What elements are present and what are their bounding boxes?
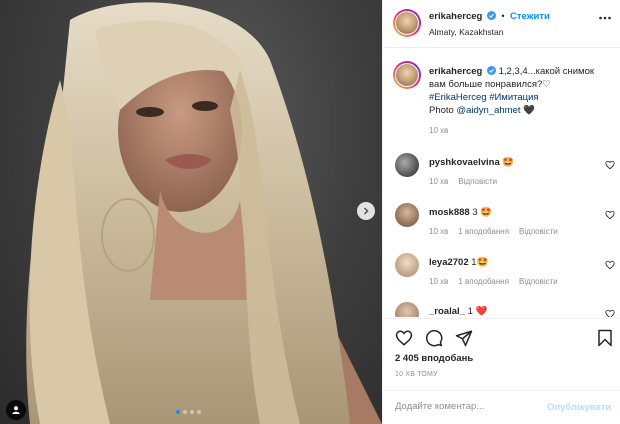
- comment-item: mosk888 3 🤩 10 хв 1 вподобання Відповіст…: [383, 203, 620, 253]
- comment-like-icon[interactable]: [605, 160, 615, 170]
- commenter-avatar[interactable]: [395, 302, 419, 317]
- commenter-username[interactable]: pyshkovaelvina: [429, 157, 500, 168]
- photo-credit-heart: 🖤: [523, 105, 535, 116]
- verified-badge-icon: [486, 66, 496, 75]
- comment-like-icon[interactable]: [605, 260, 615, 270]
- share-send-icon[interactable]: [455, 329, 473, 347]
- comment-like-icon[interactable]: [605, 210, 615, 220]
- carousel-dot: [183, 410, 187, 414]
- commenter-avatar[interactable]: [395, 153, 419, 177]
- post-side-panel: erikaherceg • Стежити Almaty, Kazakhstan…: [382, 0, 620, 424]
- comment-input[interactable]: [395, 401, 535, 412]
- carousel-dot: [176, 410, 180, 414]
- caption: erikaherceg 1,2,3,4...какой снимок вам б…: [429, 65, 609, 117]
- user-tag-icon: [12, 406, 20, 414]
- next-slide-button[interactable]: [357, 202, 375, 220]
- carousel-dot: [197, 410, 201, 414]
- comment-meta: 10 хв 1 вподобання Відповісти: [429, 277, 558, 286]
- post-timestamp[interactable]: 10 ХВ ТОМУ: [395, 371, 438, 378]
- comment-time: 10 хв: [429, 227, 449, 236]
- comment-text: 🤩: [502, 157, 515, 168]
- author-avatar[interactable]: [393, 9, 421, 37]
- like-heart-icon[interactable]: [395, 329, 413, 347]
- comment-meta: 10 хв 1 вподобання Відповісти: [429, 227, 558, 236]
- reply-button[interactable]: Відповісти: [458, 177, 497, 186]
- post-header: erikaherceg • Стежити Almaty, Kazakhstan: [383, 0, 620, 48]
- carousel-dot: [190, 410, 194, 414]
- comment-time: 10 хв: [429, 177, 449, 186]
- reply-button[interactable]: Відповісти: [519, 277, 558, 286]
- comment-body: leya2702 1🤩: [429, 257, 488, 268]
- commenter-avatar[interactable]: [395, 203, 419, 227]
- comment-body: _roalal_ 1 ❤️: [429, 306, 487, 317]
- comments-list[interactable]: erikaherceg 1,2,3,4...какой снимок вам б…: [383, 49, 620, 317]
- verified-badge-icon: [486, 11, 496, 20]
- reply-button[interactable]: Відповісти: [519, 227, 558, 236]
- comment-item: leya2702 1🤩 10 хв 1 вподобання Відповіст…: [383, 253, 620, 303]
- commenter-username[interactable]: _roalal_: [429, 306, 465, 317]
- comment-bubble-icon[interactable]: [425, 329, 443, 347]
- photo-credit-mention[interactable]: @aidyn_ahmet: [456, 105, 520, 116]
- instagram-post: erikaherceg • Стежити Almaty, Kazakhstan…: [0, 0, 620, 424]
- author-line: erikaherceg • Стежити: [429, 11, 550, 22]
- action-icons: [395, 329, 473, 347]
- post-actions: 2 405 вподобань 10 ХВ ТОМУ Опублікувати: [383, 318, 620, 424]
- carousel-indicator: [176, 410, 201, 414]
- comment-likes-count[interactable]: 1 вподобання: [458, 277, 509, 286]
- caption-username[interactable]: erikaherceg: [429, 66, 482, 77]
- caption-hashtags[interactable]: #ErikaHerceg #Имитация: [429, 92, 539, 103]
- comment-text: 1🤩: [471, 257, 489, 268]
- add-comment-bar: Опублікувати: [383, 390, 620, 424]
- comment-item: pyshkovaelvina 🤩 10 хв Відповісти: [383, 153, 620, 203]
- author-username[interactable]: erikaherceg: [429, 11, 482, 22]
- more-options-icon[interactable]: [599, 16, 611, 20]
- chevron-right-icon: [363, 207, 369, 215]
- tagged-users-button[interactable]: [6, 400, 26, 420]
- comment-meta: 10 хв Відповісти: [429, 177, 497, 186]
- caption-time: 10 хв: [429, 126, 449, 135]
- separator-dot: •: [501, 11, 505, 21]
- comment-text: 1 ❤️: [467, 306, 488, 317]
- post-photo: [26, 2, 382, 424]
- post-media[interactable]: [0, 0, 382, 424]
- comment-text: 3 🤩: [472, 207, 493, 218]
- commenter-username[interactable]: mosk888: [429, 207, 470, 218]
- likes-count[interactable]: 2 405 вподобань: [395, 353, 473, 364]
- comment-body: mosk888 3 🤩: [429, 207, 492, 218]
- follow-button[interactable]: Стежити: [510, 11, 550, 22]
- publish-button[interactable]: Опублікувати: [547, 402, 611, 413]
- comment-like-icon[interactable]: [605, 309, 615, 317]
- commenter-username[interactable]: leya2702: [429, 257, 469, 268]
- bookmark-save-icon[interactable]: [597, 329, 613, 347]
- comment-item: _roalal_ 1 ❤️: [383, 302, 620, 317]
- caption-avatar[interactable]: [393, 61, 421, 89]
- post-location[interactable]: Almaty, Kazakhstan: [429, 27, 504, 37]
- comment-time: 10 хв: [429, 277, 449, 286]
- comment-likes-count[interactable]: 1 вподобання: [458, 227, 509, 236]
- commenter-avatar[interactable]: [395, 253, 419, 277]
- photo-credit-prefix: Photo: [429, 105, 454, 116]
- comment-body: pyshkovaelvina 🤩: [429, 157, 514, 168]
